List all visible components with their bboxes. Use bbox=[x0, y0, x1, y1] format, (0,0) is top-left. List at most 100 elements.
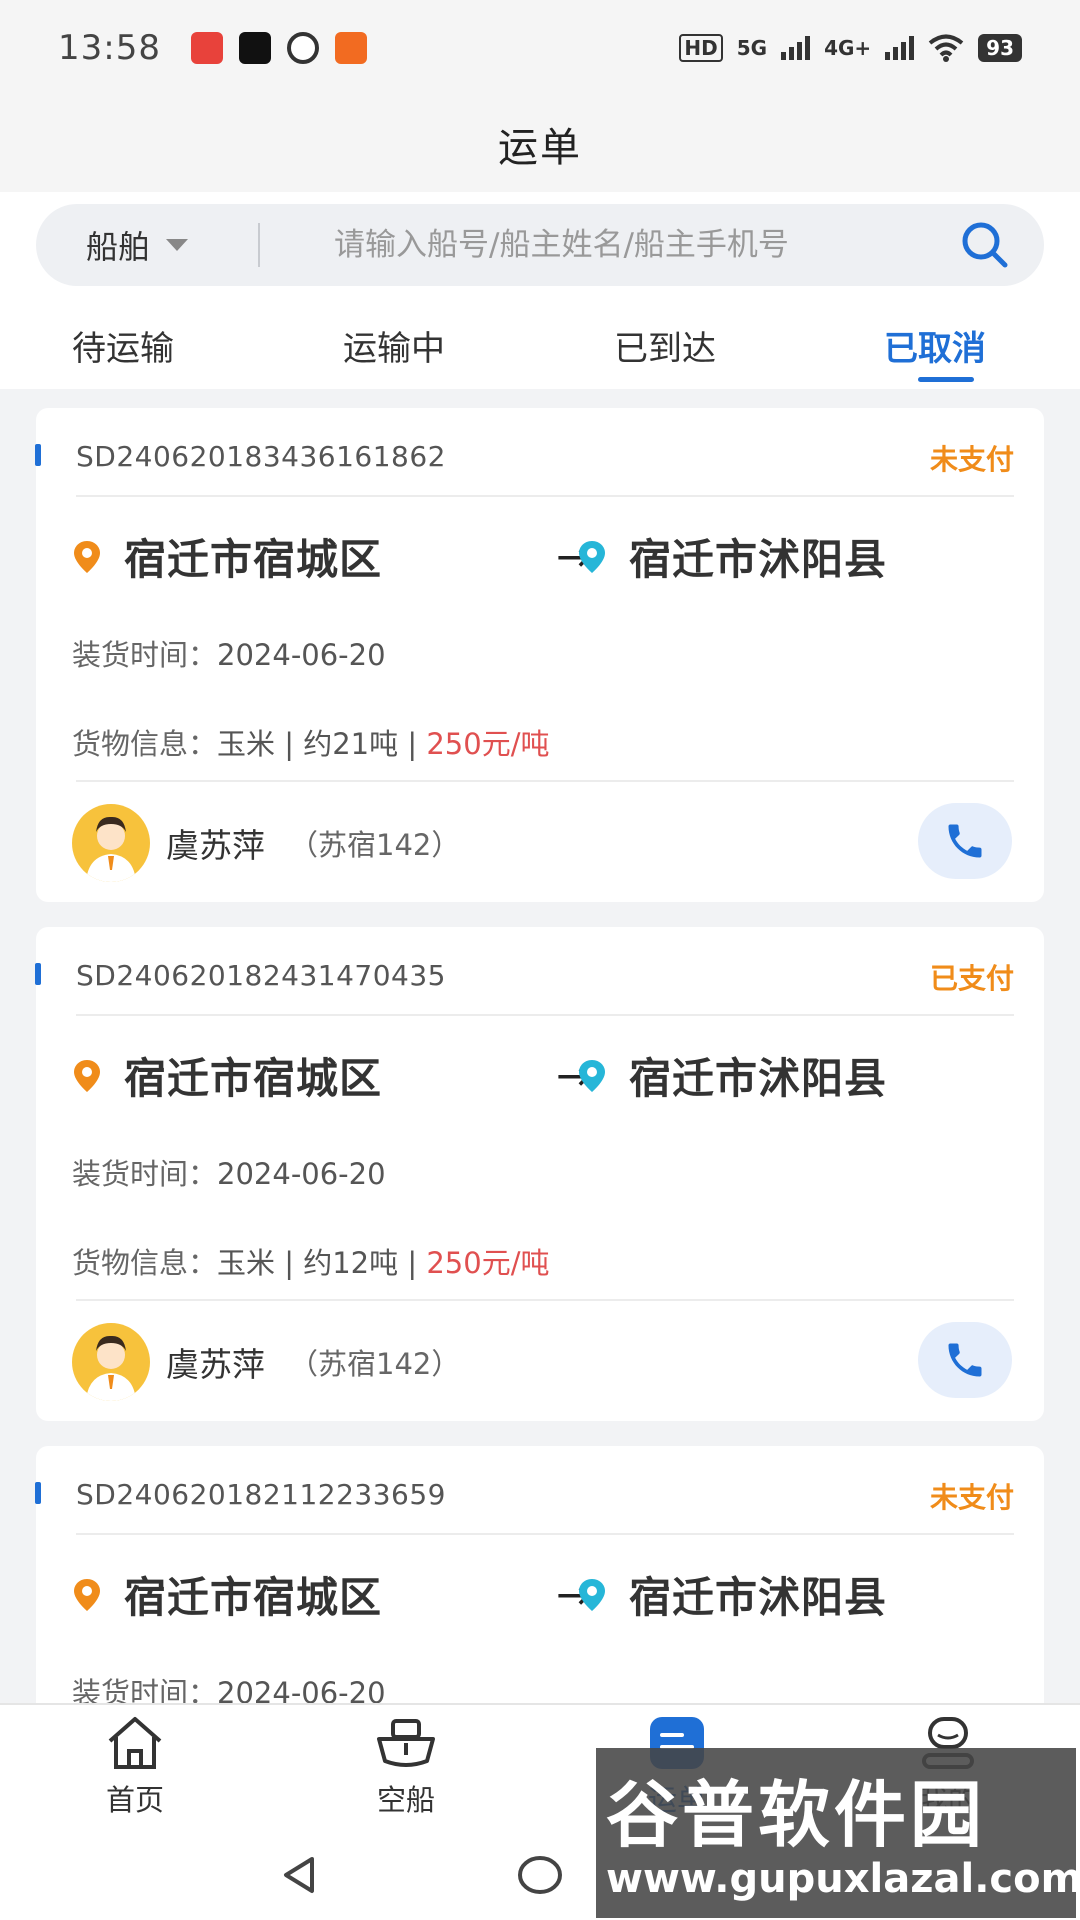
card-marker bbox=[35, 963, 41, 985]
card-marker bbox=[35, 444, 41, 466]
app-notification-icon bbox=[190, 32, 223, 64]
order-number: SD240620183436161862 bbox=[76, 440, 446, 473]
tab-arrived[interactable]: 已到达 bbox=[614, 321, 716, 370]
route: 宿迁市宿城区 → 宿迁市沭阳县 bbox=[72, 1045, 1012, 1105]
call-button[interactable] bbox=[918, 803, 1012, 879]
ship-owner-row: 虞苏萍 （苏宿142） bbox=[72, 803, 1012, 883]
ship-owner-name: 虞苏萍 bbox=[166, 1345, 265, 1384]
divider bbox=[76, 780, 1014, 782]
cargo-info-row: 货物信息：玉米 | 约21吨 | 250元/吨 bbox=[72, 721, 549, 763]
status-app-icons bbox=[190, 32, 367, 64]
origin: 宿迁市宿城区 bbox=[72, 1045, 382, 1106]
load-date: 2024-06-20 bbox=[217, 1157, 386, 1191]
search-type-select[interactable]: 船舶 bbox=[36, 204, 258, 286]
hd-indicator: HD bbox=[679, 34, 723, 62]
origin: 宿迁市宿城区 bbox=[72, 1564, 382, 1625]
order-number: SD240620182112233659 bbox=[76, 1478, 446, 1511]
destination-text: 宿迁市沭阳县 bbox=[629, 1054, 888, 1103]
origin: 宿迁市宿城区 bbox=[72, 526, 382, 587]
load-time-row: 装货时间：2024-06-20 bbox=[72, 632, 386, 674]
ship-number: （苏宿142） bbox=[289, 828, 461, 862]
tab-pending[interactable]: 待运输 bbox=[72, 321, 174, 370]
network-5g: 5G bbox=[736, 36, 768, 60]
home-icon bbox=[108, 1717, 162, 1769]
cargo-info-label: 货物信息： bbox=[72, 1246, 218, 1280]
status-time: 13:58 bbox=[58, 28, 161, 68]
signal-5g-icon bbox=[781, 36, 811, 60]
divider bbox=[76, 1533, 1014, 1535]
route: 宿迁市宿城区 → 宿迁市沭阳县 bbox=[72, 526, 1012, 586]
cargo-info-row: 货物信息：玉米 | 约12吨 | 250元/吨 bbox=[72, 1240, 549, 1282]
tab-in-transit[interactable]: 运输中 bbox=[343, 321, 445, 370]
load-time-row: 装货时间：2024-06-20 bbox=[72, 1151, 386, 1193]
back-icon[interactable] bbox=[278, 1853, 322, 1897]
search-area: 船舶 bbox=[0, 192, 1080, 297]
app-swirl-icon bbox=[286, 32, 319, 64]
avatar bbox=[72, 1323, 150, 1401]
status-bar: 13:58 HD 5G 4G+ 93 bbox=[0, 0, 1080, 96]
watermark-url: www.gupuxlazal.com bbox=[606, 1856, 1080, 1902]
search-box: 船舶 bbox=[36, 204, 1044, 286]
phone-icon bbox=[948, 824, 982, 858]
cargo-info: 玉米 | 约12吨 | bbox=[217, 1246, 427, 1280]
nav-home[interactable]: 首页 bbox=[65, 1715, 205, 1819]
header: 运单 bbox=[0, 96, 1080, 192]
ship-owner-name: 虞苏萍 bbox=[166, 826, 265, 865]
origin-text: 宿迁市宿城区 bbox=[124, 535, 383, 584]
active-tab-indicator bbox=[918, 377, 974, 382]
route: 宿迁市宿城区 → 宿迁市沭阳县 bbox=[72, 1564, 1012, 1624]
search-input[interactable] bbox=[260, 204, 940, 286]
destination-pin-icon bbox=[579, 1578, 605, 1611]
origin-pin-icon bbox=[74, 1059, 100, 1092]
app-orange-icon bbox=[334, 32, 367, 64]
phone-icon bbox=[948, 1343, 982, 1377]
origin-text: 宿迁市宿城区 bbox=[124, 1573, 383, 1622]
destination-pin-icon bbox=[579, 540, 605, 573]
order-number: SD240620182431470435 bbox=[76, 959, 446, 992]
search-icon bbox=[962, 222, 1008, 268]
origin-pin-icon bbox=[74, 1578, 100, 1611]
destination-text: 宿迁市沭阳县 bbox=[629, 1573, 888, 1622]
page-title: 运单 bbox=[498, 125, 582, 171]
load-time-label: 装货时间： bbox=[72, 1157, 218, 1191]
payment-status: 未支付 bbox=[929, 443, 1014, 476]
search-type-label: 船舶 bbox=[86, 228, 151, 266]
destination: 宿迁市沭阳县 bbox=[577, 526, 887, 587]
divider bbox=[76, 1299, 1014, 1301]
ship-icon bbox=[377, 1719, 435, 1767]
search-button[interactable] bbox=[940, 204, 1030, 286]
destination: 宿迁市沭阳县 bbox=[577, 1045, 887, 1106]
battery-icon: 93 bbox=[978, 34, 1022, 62]
load-date: 2024-06-20 bbox=[217, 638, 386, 672]
divider bbox=[76, 495, 1014, 497]
destination: 宿迁市沭阳县 bbox=[577, 1564, 887, 1625]
destination-pin-icon bbox=[579, 1059, 605, 1092]
ship-owner-row: 虞苏萍 （苏宿142） bbox=[72, 1322, 1012, 1402]
caret-down-icon bbox=[166, 239, 189, 251]
watermark-text: 谷普软件园 bbox=[606, 1773, 987, 1857]
payment-status: 未支付 bbox=[929, 1481, 1014, 1514]
payment-status: 已支付 bbox=[929, 962, 1014, 995]
tiktok-icon bbox=[238, 32, 271, 64]
tab-cancelled[interactable]: 已取消 bbox=[884, 321, 986, 370]
signal-4g-icon bbox=[885, 36, 915, 60]
cargo-info-label: 货物信息： bbox=[72, 727, 218, 761]
freight-price: 250元/吨 bbox=[426, 1246, 550, 1280]
load-time-label: 装货时间： bbox=[72, 638, 218, 672]
destination-text: 宿迁市沭阳县 bbox=[629, 535, 888, 584]
home-button-icon[interactable] bbox=[516, 1853, 564, 1897]
watermark: 谷普软件园 www.gupuxlazal.com bbox=[596, 1748, 1080, 1918]
nav-empty-ship[interactable]: 空船 bbox=[336, 1715, 476, 1819]
wifi-icon bbox=[928, 34, 964, 62]
origin-text: 宿迁市宿城区 bbox=[124, 1054, 383, 1103]
order-card[interactable]: SD240620183436161862 未支付 宿迁市宿城区 → 宿迁市沭阳县… bbox=[35, 408, 1044, 902]
status-tabs: 待运输 运输中 已到达 已取消 bbox=[0, 297, 1080, 389]
card-marker bbox=[35, 1482, 41, 1504]
avatar bbox=[72, 804, 150, 882]
call-button[interactable] bbox=[918, 1322, 1012, 1398]
origin-pin-icon bbox=[74, 540, 100, 573]
divider bbox=[76, 1014, 1014, 1016]
status-right: HD 5G 4G+ 93 bbox=[679, 34, 1022, 62]
order-card[interactable]: SD240620182431470435 已支付 宿迁市宿城区 → 宿迁市沭阳县… bbox=[35, 927, 1044, 1421]
nav-label: 空船 bbox=[376, 1783, 435, 1817]
